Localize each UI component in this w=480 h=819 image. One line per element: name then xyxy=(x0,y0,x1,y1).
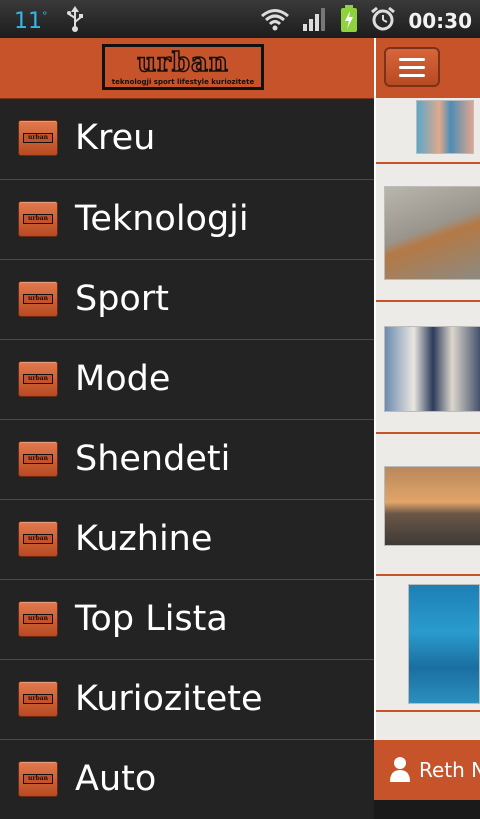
menu-item-kuriozitete[interactable]: urban Kuriozitete xyxy=(0,659,374,739)
drawer-header: urban teknologji sport lifestyle kuriozi… xyxy=(0,38,374,99)
menu-item-kreu[interactable]: urban Kreu xyxy=(0,99,374,179)
status-bar: 11° 00:30 xyxy=(0,0,480,38)
menu-list: urban Kreu urban Teknologji urban Sport … xyxy=(0,99,374,819)
urban-badge-icon: urban xyxy=(18,601,58,637)
signal-icon xyxy=(302,6,328,36)
battery-charging-icon xyxy=(340,5,358,37)
menu-item-label: Kreu xyxy=(75,118,156,158)
menu-item-label: Kuzhine xyxy=(75,519,213,559)
menu-item-teknologji[interactable]: urban Teknologji xyxy=(0,179,374,259)
menu-item-auto[interactable]: urban Auto xyxy=(0,739,374,819)
urban-badge-icon: urban xyxy=(18,521,58,557)
urban-logo[interactable]: urban teknologji sport lifestyle kuriozi… xyxy=(102,44,264,90)
menu-item-mode[interactable]: urban Mode xyxy=(0,339,374,419)
menu-item-label: Mode xyxy=(75,359,171,399)
urban-badge-icon: urban xyxy=(18,761,58,797)
article-thumbnail[interactable] xyxy=(416,100,474,154)
menu-item-label: Kuriozitete xyxy=(75,679,263,719)
temperature-value: 11 xyxy=(14,8,42,34)
menu-item-label: Top Lista xyxy=(75,599,228,639)
temperature-indicator: 11° xyxy=(14,9,48,34)
navigation-drawer: urban teknologji sport lifestyle kuriozi… xyxy=(0,38,374,819)
degree-symbol: ° xyxy=(42,9,48,23)
about-label: Reth N xyxy=(419,758,480,782)
menu-item-kuzhine[interactable]: urban Kuzhine xyxy=(0,499,374,579)
article-thumbnail[interactable] xyxy=(384,326,480,412)
article-thumbnail[interactable] xyxy=(384,186,480,280)
urban-badge-icon: urban xyxy=(18,441,58,477)
urban-badge-icon: urban xyxy=(18,201,58,237)
menu-item-label: Teknologji xyxy=(75,199,249,239)
article-thumbnail[interactable] xyxy=(408,584,480,704)
alarm-icon xyxy=(370,6,396,36)
wifi-icon xyxy=(260,7,290,35)
logo-word: urban xyxy=(136,48,229,78)
menu-item-sport[interactable]: urban Sport xyxy=(0,259,374,339)
clock: 00:30 xyxy=(408,9,472,33)
about-bar[interactable]: Reth N xyxy=(374,740,480,800)
article-thumbnail[interactable] xyxy=(384,466,480,546)
user-icon xyxy=(390,756,410,786)
menu-item-shendeti[interactable]: urban Shendeti xyxy=(0,419,374,499)
urban-badge-icon: urban xyxy=(18,681,58,717)
content-header xyxy=(376,38,480,98)
menu-item-label: Shendeti xyxy=(75,439,231,479)
menu-toggle-button[interactable] xyxy=(384,47,440,87)
menu-item-label: Auto xyxy=(75,759,157,799)
logo-tagline: teknologji sport lifestyle kuriozitete xyxy=(111,78,255,86)
urban-badge-icon: urban xyxy=(18,120,58,156)
urban-badge-icon: urban xyxy=(18,361,58,397)
menu-item-top-lista[interactable]: urban Top Lista xyxy=(0,579,374,659)
menu-item-label: Sport xyxy=(75,279,169,319)
usb-icon xyxy=(66,6,84,36)
urban-badge-icon: urban xyxy=(18,281,58,317)
content-panel xyxy=(374,38,480,800)
